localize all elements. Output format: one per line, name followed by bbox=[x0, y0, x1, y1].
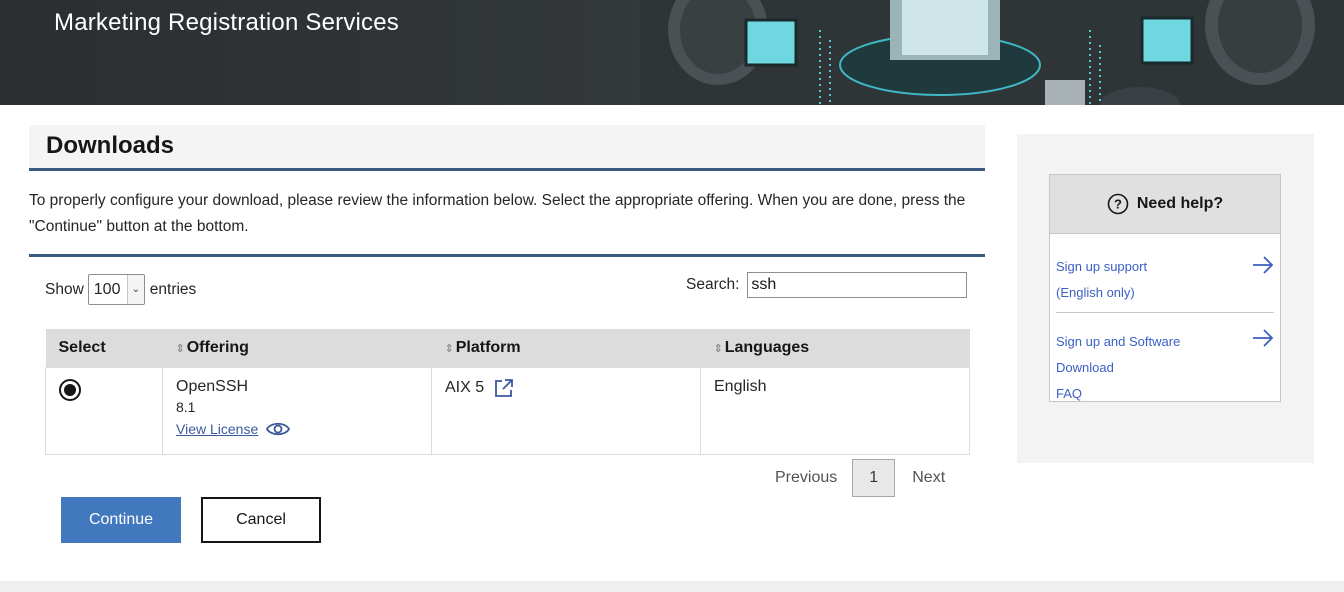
entries-control: Show 100 ⌄ entries bbox=[45, 274, 196, 305]
question-icon: ? bbox=[1107, 193, 1129, 215]
eye-icon[interactable] bbox=[266, 421, 291, 437]
help-card: ? Need help? Sign up support (English on… bbox=[1049, 174, 1281, 402]
arrow-right-icon bbox=[1253, 329, 1274, 347]
page-title: Downloads bbox=[46, 132, 175, 159]
entries-value: 100 bbox=[93, 280, 121, 298]
downloads-header: Downloads bbox=[29, 125, 985, 171]
sort-icon: ⇕ bbox=[175, 342, 185, 355]
table-header-row: Select ⇕ Offering ⇕ Platform ⇕ Languages bbox=[45, 329, 970, 367]
chevron-down-icon: ⌄ bbox=[126, 275, 144, 304]
banner-illustration bbox=[640, 0, 1344, 105]
arrow-right-icon bbox=[1253, 256, 1274, 274]
help-panel: ? Need help? Sign up support (English on… bbox=[1017, 134, 1314, 463]
intro-text: To properly configure your download, ple… bbox=[29, 192, 966, 235]
view-license-link[interactable]: View License bbox=[176, 421, 258, 437]
divider bbox=[29, 254, 985, 257]
show-label: Show bbox=[45, 280, 84, 298]
platform-cell: AIX 5 bbox=[431, 366, 701, 455]
platform-name: AIX 5 bbox=[445, 378, 485, 396]
sort-icon: ⇕ bbox=[444, 342, 454, 355]
language-value: English bbox=[714, 377, 767, 395]
radio-selected-dot bbox=[64, 383, 76, 396]
entries-label: entries bbox=[149, 280, 197, 298]
page-1-button[interactable]: 1 bbox=[852, 459, 896, 497]
pagination: Previous 1 Next bbox=[760, 459, 962, 497]
search-control: Search: bbox=[686, 272, 968, 298]
search-input[interactable] bbox=[747, 272, 968, 298]
site-title: Marketing Registration Services bbox=[54, 9, 400, 36]
help-title: Need help? bbox=[1136, 195, 1224, 212]
header-banner: Marketing Registration Services bbox=[0, 0, 1344, 105]
help-header: ? Need help? bbox=[1050, 175, 1280, 234]
continue-button[interactable]: Continue bbox=[61, 497, 181, 543]
offering-version: 8.1 bbox=[176, 398, 196, 415]
offering-name: OpenSSH bbox=[176, 377, 249, 395]
languages-cell: English bbox=[700, 366, 970, 455]
previous-page-button[interactable]: Previous bbox=[760, 469, 852, 487]
select-cell bbox=[45, 366, 163, 455]
column-header-offering[interactable]: ⇕ Offering bbox=[162, 329, 432, 367]
offerings-table: Select ⇕ Offering ⇕ Platform ⇕ Languages Op… bbox=[45, 329, 970, 455]
footer-strip bbox=[0, 581, 1344, 592]
column-header-select: Select bbox=[45, 329, 163, 367]
offering-cell: OpenSSH 8.1 View License bbox=[162, 366, 432, 455]
table-row: OpenSSH 8.1 View License AIX 5 English bbox=[45, 366, 970, 455]
software-download-faq-link[interactable]: Sign up and Software Download FAQ bbox=[1056, 313, 1274, 413]
column-header-languages[interactable]: ⇕ Languages bbox=[700, 329, 970, 367]
search-label: Search: bbox=[686, 276, 740, 293]
svg-text:?: ? bbox=[1114, 197, 1122, 212]
next-page-button[interactable]: Next bbox=[895, 469, 962, 487]
sign-up-support-link[interactable]: Sign up support (English only) bbox=[1056, 234, 1274, 313]
column-header-platform[interactable]: ⇕ Platform bbox=[431, 329, 701, 367]
cancel-button[interactable]: Cancel bbox=[201, 497, 321, 543]
entries-select[interactable]: 100 ⌄ bbox=[87, 274, 145, 305]
external-link-icon[interactable] bbox=[494, 378, 514, 398]
offering-radio[interactable] bbox=[59, 378, 81, 401]
sort-icon: ⇕ bbox=[713, 342, 723, 355]
